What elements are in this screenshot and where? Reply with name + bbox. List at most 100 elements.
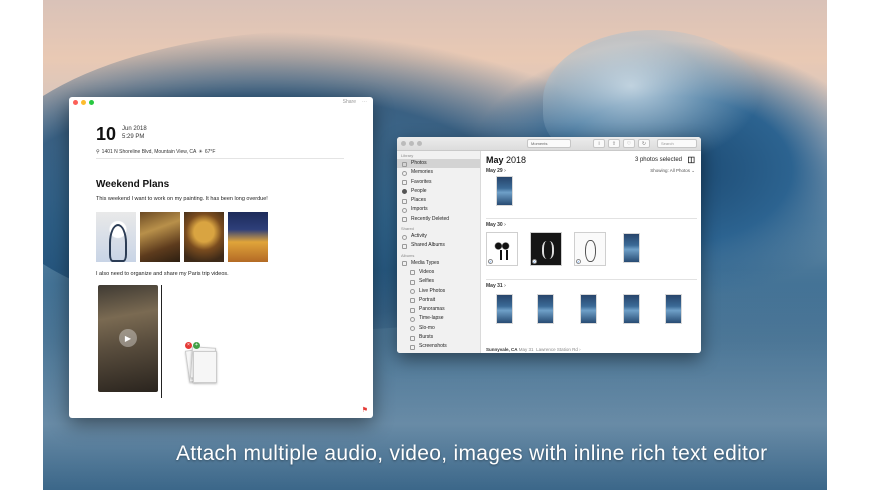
remove-badge-icon: × bbox=[185, 342, 192, 349]
folder-icon bbox=[402, 261, 407, 267]
zoom-button[interactable] bbox=[417, 141, 422, 146]
sidebar-item-media-types[interactable]: Media Types bbox=[397, 259, 480, 268]
sidebar-item-people[interactable]: People bbox=[397, 187, 480, 196]
selection-count: 3 photos selected bbox=[634, 157, 682, 163]
window-controls bbox=[73, 100, 94, 105]
entry-time: 5:29 PM bbox=[122, 134, 145, 140]
play-icon[interactable]: ▶ bbox=[119, 329, 137, 347]
photo-thumbnail-selected[interactable]: ✓ bbox=[574, 232, 606, 266]
view-selector[interactable]: Moments bbox=[527, 139, 571, 148]
bookmark-icon[interactable]: ⚑ bbox=[362, 406, 368, 414]
sidebar-item-portrait[interactable]: Portrait bbox=[397, 296, 480, 305]
attached-image[interactable] bbox=[228, 212, 268, 262]
close-button[interactable] bbox=[73, 100, 78, 105]
sidebar-item-activity[interactable]: Activity bbox=[397, 232, 480, 241]
sidebar-item-screenshots[interactable]: Screenshots bbox=[397, 342, 480, 351]
section-header[interactable]: May 31 › bbox=[486, 283, 506, 289]
photos-icon bbox=[402, 161, 407, 167]
entry-paragraph[interactable]: This weekend I want to work on my painti… bbox=[96, 196, 268, 202]
heart-icon bbox=[402, 180, 407, 186]
photos-sidebar: Library Photos Memories Favorites People… bbox=[397, 151, 481, 353]
location-text: 1401 N Shoreline Blvd, Mountain View, CA bbox=[101, 149, 197, 155]
location-pin-icon: ⚲ bbox=[96, 149, 100, 155]
sidebar-item-slo-mo[interactable]: Slo-mo bbox=[397, 324, 480, 333]
selfie-icon bbox=[410, 279, 415, 285]
entry-location[interactable]: ⚲ 1401 N Shoreline Blvd, Mountain View, … bbox=[96, 149, 215, 155]
text-cursor bbox=[161, 285, 162, 398]
favorite-icon[interactable]: ♡ bbox=[623, 139, 635, 148]
photo-thumbnail[interactable] bbox=[580, 294, 597, 324]
weather-icon: ☀ bbox=[198, 149, 203, 155]
photo-thumbnail-selected[interactable]: ✓ bbox=[530, 232, 562, 266]
photo-thumbnail[interactable] bbox=[537, 294, 554, 324]
add-badge-icon: + bbox=[193, 342, 200, 349]
attached-image[interactable] bbox=[184, 212, 224, 262]
attached-image[interactable] bbox=[140, 212, 180, 262]
section-header[interactable]: May 29 › bbox=[486, 168, 506, 174]
memories-icon bbox=[402, 170, 407, 176]
editor-toolbar: Share ⋯ bbox=[343, 99, 367, 105]
share-button[interactable]: Share bbox=[343, 99, 356, 105]
page-title: May 2018 bbox=[486, 155, 527, 165]
minimize-button[interactable] bbox=[81, 100, 86, 105]
check-icon: ✓ bbox=[532, 259, 537, 264]
promo-caption: Attach multiple audio, video, images wit… bbox=[176, 442, 768, 465]
sidebar-item-selfies[interactable]: Selfies bbox=[397, 277, 480, 286]
trash-icon bbox=[402, 217, 407, 223]
burst-icon bbox=[410, 335, 415, 341]
photos-grid: May 2018 3 photos selected ◫ Showing: Al… bbox=[482, 151, 701, 353]
sidebar-item-memories[interactable]: Memories bbox=[397, 168, 480, 177]
sidebar-item-videos[interactable]: Videos bbox=[397, 268, 480, 277]
close-button[interactable] bbox=[401, 141, 406, 146]
photo-thumbnail[interactable] bbox=[623, 294, 640, 324]
zoom-button[interactable] bbox=[89, 100, 94, 105]
entry-month-year: Jun 2018 bbox=[122, 126, 147, 132]
panorama-icon bbox=[410, 307, 415, 313]
more-button[interactable]: ⋯ bbox=[362, 99, 367, 105]
section-header[interactable]: May 30 › bbox=[486, 222, 506, 228]
sidebar-item-favorites[interactable]: Favorites bbox=[397, 178, 480, 187]
sidebar-item-recently-deleted[interactable]: Recently Deleted bbox=[397, 215, 480, 224]
check-icon: ✓ bbox=[576, 259, 581, 264]
check-icon: ✓ bbox=[488, 259, 493, 264]
live-photo-icon bbox=[410, 289, 415, 295]
sidebar-item-bursts[interactable]: Bursts bbox=[397, 333, 480, 342]
sidebar-item-imports[interactable]: Imports bbox=[397, 205, 480, 214]
sidebar-item-live-photos[interactable]: Live Photos bbox=[397, 287, 480, 296]
attached-images bbox=[96, 212, 268, 262]
entry-heading[interactable]: Weekend Plans bbox=[96, 179, 169, 190]
sidebar-item-photos[interactable]: Photos bbox=[397, 159, 480, 169]
photo-thumbnail-selected[interactable]: ✓ bbox=[486, 232, 518, 266]
photo-thumbnail[interactable] bbox=[496, 294, 513, 324]
info-icon[interactable]: i bbox=[593, 139, 605, 148]
share-icon[interactable]: ⇧ bbox=[608, 139, 620, 148]
sidebar-header: Albums bbox=[401, 252, 415, 258]
photos-toolbar: i ⇧ ♡ ↻ bbox=[593, 139, 650, 148]
video-icon bbox=[410, 270, 415, 276]
search-input[interactable]: Search bbox=[657, 139, 697, 148]
share-icon[interactable]: ◫ bbox=[687, 155, 695, 164]
entry-paragraph[interactable]: I also need to organize and share my Par… bbox=[96, 271, 229, 277]
photo-thumbnail[interactable] bbox=[623, 233, 640, 263]
attached-video[interactable]: ▶ bbox=[98, 285, 158, 392]
time-lapse-icon bbox=[410, 316, 415, 322]
sidebar-item-time-lapse[interactable]: Time-lapse bbox=[397, 314, 480, 323]
divider bbox=[486, 279, 697, 280]
photos-window: Moments i ⇧ ♡ ↻ Search Library Photos Me… bbox=[397, 137, 701, 353]
attached-image[interactable] bbox=[96, 212, 136, 262]
location-header[interactable]: Sunnyvale, CA May 31 Lawrence Station Rd… bbox=[486, 347, 581, 352]
divider bbox=[96, 158, 344, 159]
sidebar-item-shared-albums[interactable]: Shared Albums bbox=[397, 241, 480, 250]
photo-thumbnail[interactable] bbox=[496, 176, 513, 206]
sidebar-item-places[interactable]: Places bbox=[397, 196, 480, 205]
sidebar-header: Library bbox=[401, 153, 414, 158]
minimize-button[interactable] bbox=[409, 141, 414, 146]
rotate-icon[interactable]: ↻ bbox=[638, 139, 650, 148]
showing-filter[interactable]: Showing: All Photos ⌄ bbox=[650, 168, 695, 174]
photo-thumbnail[interactable] bbox=[665, 294, 682, 324]
map-pin-icon bbox=[402, 198, 407, 204]
person-icon bbox=[402, 189, 407, 195]
sidebar-item-panoramas[interactable]: Panoramas bbox=[397, 305, 480, 314]
entry-day: 10 bbox=[96, 124, 117, 144]
portrait-icon bbox=[410, 298, 415, 304]
